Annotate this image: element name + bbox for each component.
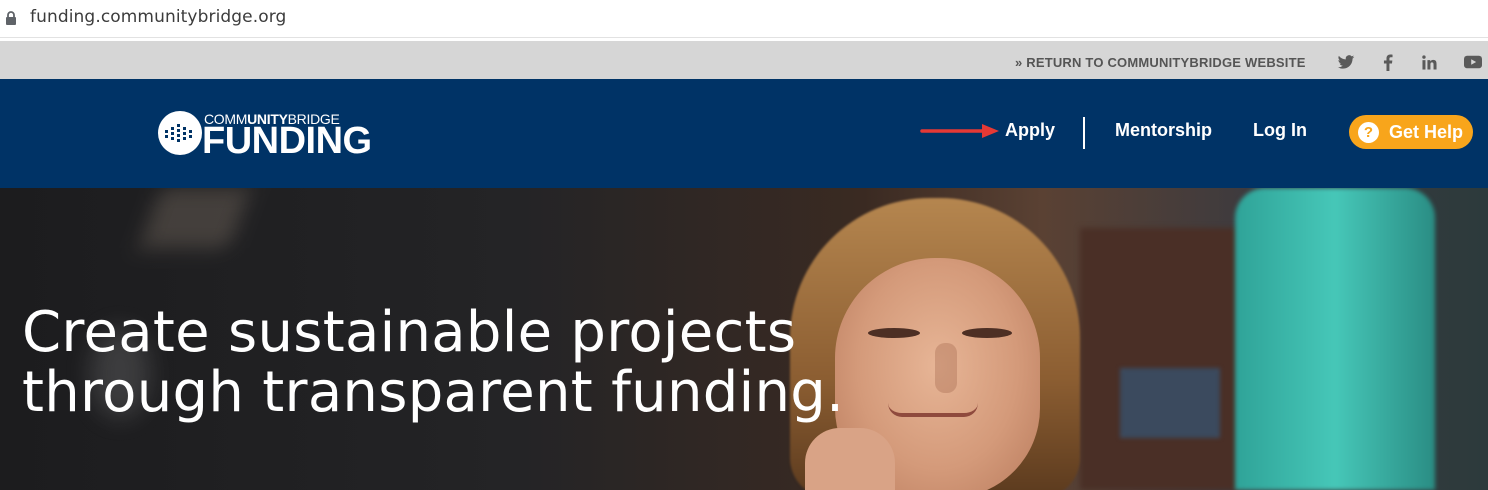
get-help-button[interactable]: ? Get Help bbox=[1349, 115, 1473, 149]
utility-bar: » RETURN TO COMMUNITYBRIDGE WEBSITE bbox=[0, 41, 1488, 79]
hero-headline: Create sustainable projects through tran… bbox=[22, 303, 844, 423]
hero-person-hand bbox=[805, 428, 895, 490]
facebook-icon[interactable] bbox=[1379, 53, 1397, 71]
hero-background-teal-object bbox=[1235, 188, 1435, 490]
hero-person-eye bbox=[868, 328, 920, 338]
twitter-icon[interactable] bbox=[1337, 53, 1355, 71]
annotation-arrow-icon bbox=[920, 124, 999, 138]
get-help-label: Get Help bbox=[1389, 121, 1464, 142]
url-text[interactable]: funding.communitybridge.org bbox=[30, 7, 286, 27]
logo-mark-icon bbox=[158, 111, 202, 155]
browser-address-bar[interactable]: funding.communitybridge.org bbox=[0, 0, 1488, 38]
nav-login-link[interactable]: Log In bbox=[1253, 120, 1307, 141]
hero-headline-line-2: through transparent funding. bbox=[22, 360, 845, 425]
return-to-website-link[interactable]: » RETURN TO COMMUNITYBRIDGE WEBSITE bbox=[1015, 55, 1306, 70]
question-mark-icon: ? bbox=[1358, 121, 1379, 143]
hero-banner: Create sustainable projects through tran… bbox=[0, 188, 1488, 490]
nav-apply-link[interactable]: Apply bbox=[1005, 120, 1055, 141]
nav-mentorship-link[interactable]: Mentorship bbox=[1115, 120, 1212, 141]
hero-background-wall bbox=[1080, 228, 1240, 490]
hero-person-eye bbox=[962, 328, 1012, 338]
hero-person-nose bbox=[935, 343, 957, 393]
hero-background-blur bbox=[139, 188, 251, 248]
lock-icon[interactable] bbox=[5, 11, 17, 26]
nav-divider bbox=[1083, 117, 1085, 149]
communitybridge-funding-logo[interactable]: COMMUNITYBRIDGE FUNDING bbox=[158, 109, 378, 162]
linkedin-icon[interactable] bbox=[1420, 53, 1438, 71]
logo-wordmark-funding: FUNDING bbox=[202, 120, 372, 162]
main-header: COMMUNITYBRIDGE FUNDING Apply Mentorship… bbox=[0, 79, 1488, 188]
hero-background-frame bbox=[1120, 368, 1220, 438]
hero-person-smile bbox=[888, 403, 978, 417]
youtube-icon[interactable] bbox=[1464, 53, 1482, 71]
hero-headline-line-1: Create sustainable projects bbox=[22, 300, 797, 365]
